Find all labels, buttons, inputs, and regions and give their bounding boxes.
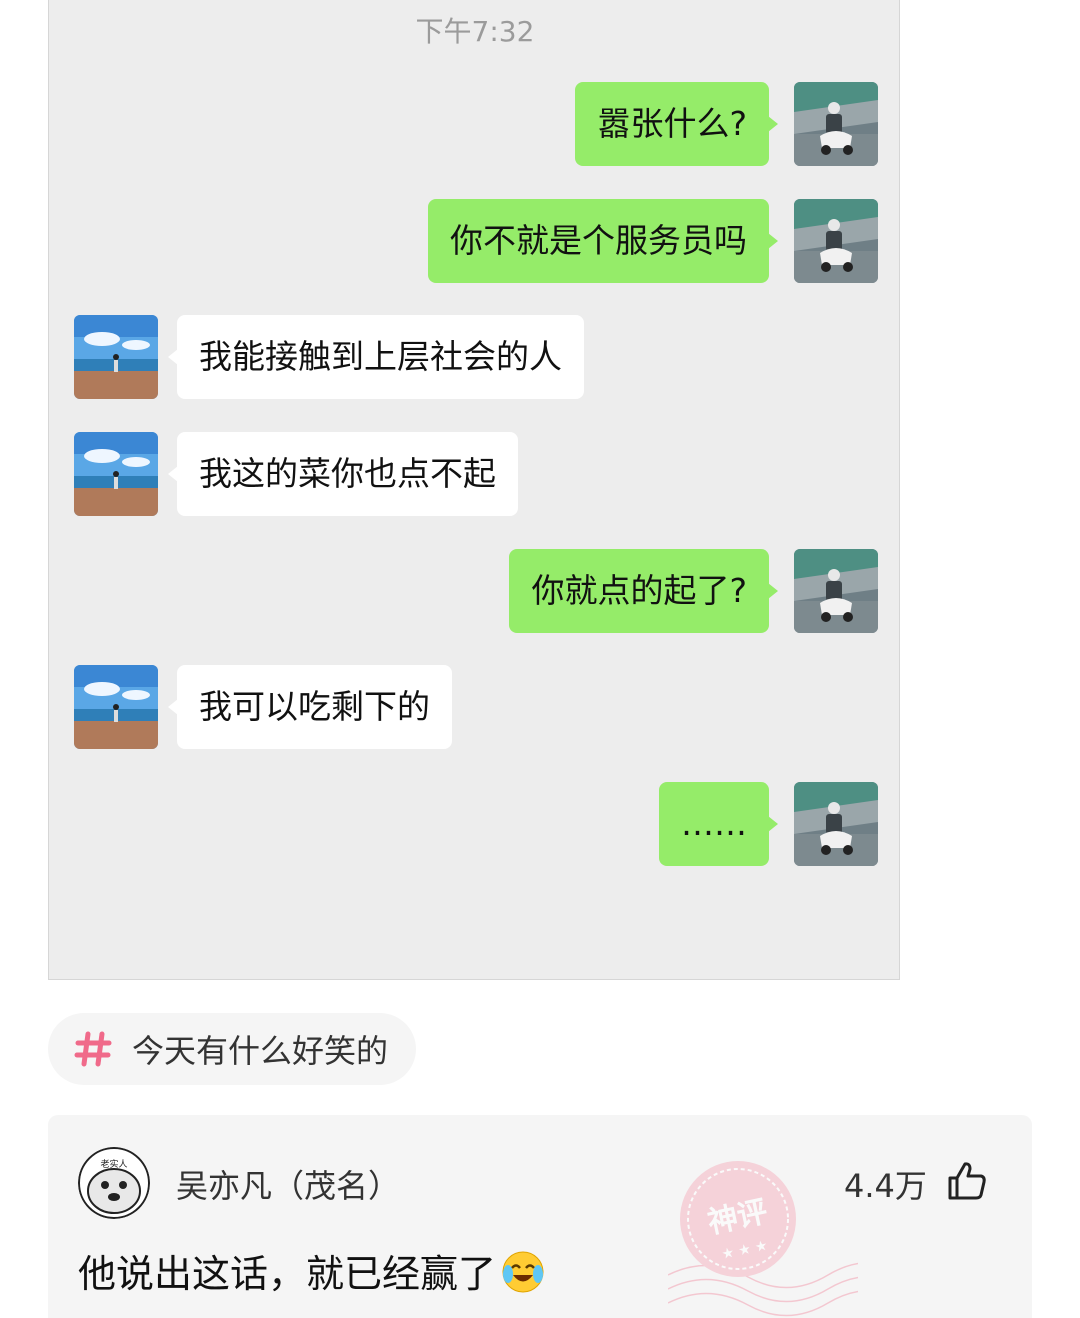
receiver-avatar bbox=[74, 315, 158, 399]
message-row-sent: …… bbox=[49, 782, 901, 866]
sender-avatar bbox=[794, 82, 878, 166]
chat-timestamp: 下午7:32 bbox=[415, 15, 535, 48]
message-bubble: 嚣张什么? bbox=[575, 82, 778, 166]
topic-label: 今天有什么好笑的 bbox=[132, 1032, 389, 1070]
stamp-badge-icon: 神评 ★ ★ ★ bbox=[668, 1161, 858, 1317]
comment-text: 他说出这话，就已经赢了 bbox=[78, 1243, 546, 1298]
sender-avatar bbox=[794, 199, 878, 283]
topic-tag-chip[interactable]: 今天有什么好笑的 bbox=[48, 1013, 417, 1085]
receiver-avatar bbox=[74, 665, 158, 749]
sender-avatar bbox=[794, 782, 878, 866]
top-comment-card: 神评 ★ ★ ★ 老实人 吴亦凡（茂名） 4.4万 他说出这话，就已经赢了 bbox=[48, 1115, 1032, 1318]
message-bubble: 你不就是个服务员吗 bbox=[428, 199, 778, 283]
message-row-received: 我能接触到上层社会的人 bbox=[49, 315, 901, 399]
commenter-name[interactable]: 吴亦凡（茂名） bbox=[176, 1161, 400, 1207]
message-bubble: …… bbox=[659, 782, 778, 866]
message-row-sent: 你就点的起了? bbox=[49, 549, 901, 633]
like-count: 4.4万 bbox=[844, 1167, 927, 1205]
sender-avatar bbox=[794, 549, 878, 633]
message-bubble: 我这的菜你也点不起 bbox=[168, 432, 518, 516]
message-row-sent: 你不就是个服务员吗 bbox=[49, 199, 901, 283]
commenter-avatar[interactable]: 老实人 bbox=[78, 1147, 150, 1219]
message-row-received: 我这的菜你也点不起 bbox=[49, 432, 901, 516]
hashtag-icon bbox=[74, 1031, 112, 1067]
message-row-received: 我可以吃剩下的 bbox=[49, 665, 901, 749]
message-bubble: 我能接触到上层社会的人 bbox=[168, 315, 584, 399]
message-bubble: 我可以吃剩下的 bbox=[168, 665, 452, 749]
thumbs-up-icon[interactable] bbox=[946, 1160, 988, 1202]
comment-body: 他说出这话，就已经赢了 bbox=[78, 1252, 497, 1296]
message-row-sent: 嚣张什么? bbox=[49, 82, 901, 166]
message-bubble: 你就点的起了? bbox=[509, 549, 778, 633]
svg-text:老实人: 老实人 bbox=[100, 1158, 127, 1170]
crying-laughing-emoji-icon bbox=[502, 1251, 544, 1292]
receiver-avatar bbox=[74, 432, 158, 516]
chat-screenshot: 下午7:32 嚣张什么? 你不就是个服务员吗 我能接触到上层社会的人 我这的菜你… bbox=[48, 0, 900, 980]
